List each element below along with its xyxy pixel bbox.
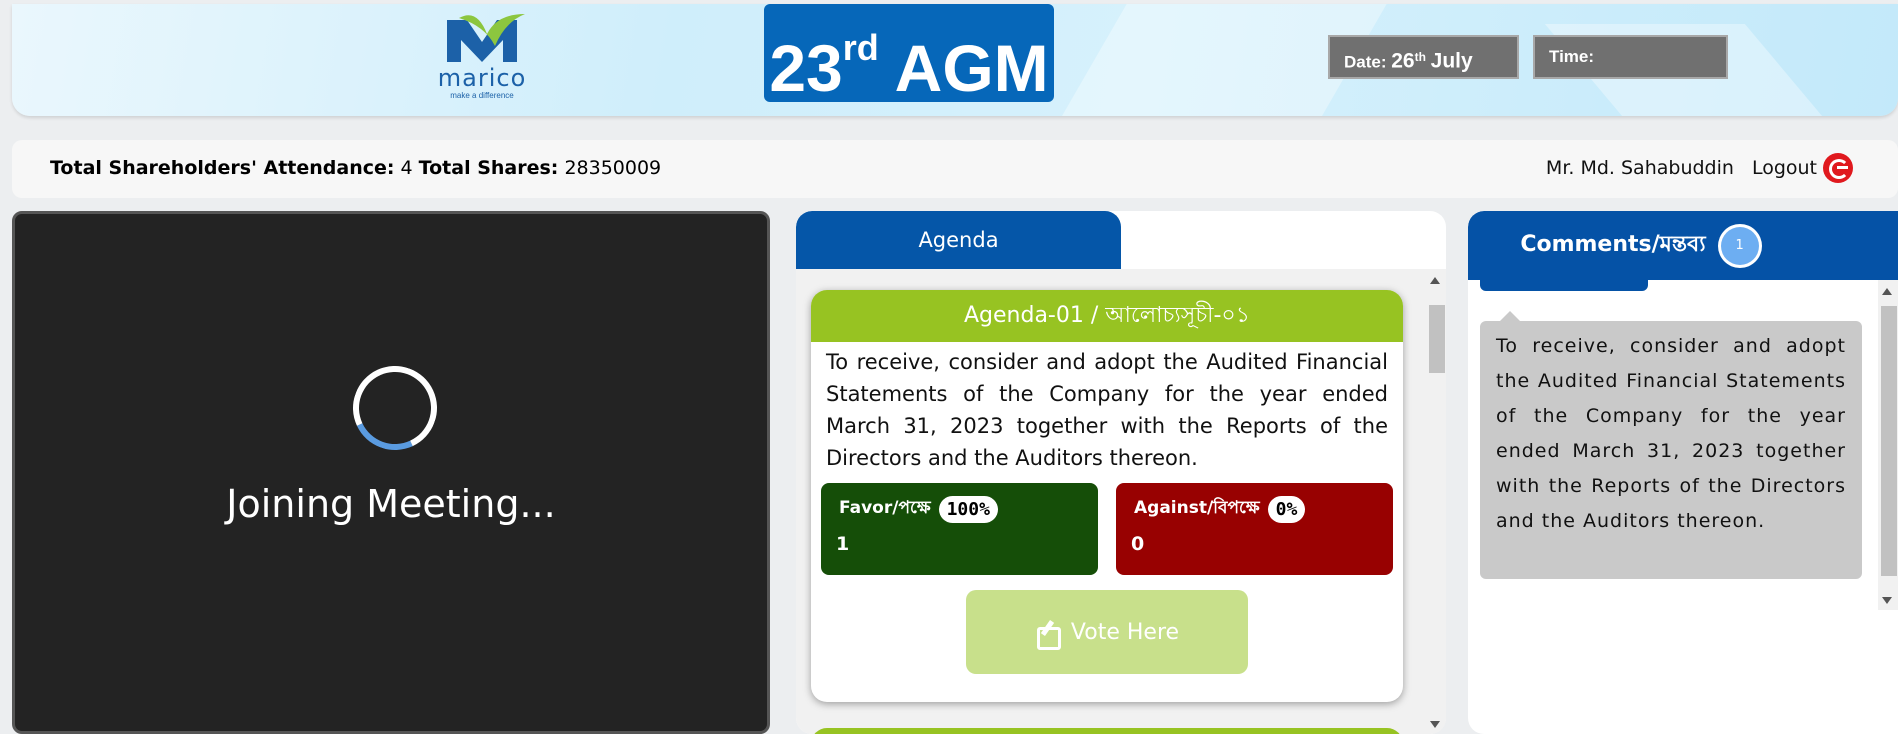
- meeting-status-text: Joining Meeting...: [226, 482, 556, 526]
- logout-link[interactable]: Logout: [1752, 157, 1817, 179]
- against-count: 0: [1131, 533, 1145, 555]
- agenda-panel: Agenda Agenda-01 / আলোচ্যসূচী-০১ To rece…: [796, 211, 1446, 734]
- comments-scrollbar[interactable]: [1878, 280, 1898, 610]
- tab-agenda[interactable]: Agenda: [796, 211, 1121, 269]
- comment-count: 1: [1735, 237, 1744, 253]
- date-month: July: [1430, 49, 1473, 73]
- attendance-value: 4: [400, 157, 413, 179]
- date-suffix: th: [1414, 50, 1426, 64]
- vote-button-label: Vote Here: [1070, 619, 1180, 645]
- comments-panel: Comments/মন্তব্য 1 To receive, consider …: [1468, 211, 1898, 734]
- meeting-stats: Total Shareholders' Attendance: 4 Total …: [50, 157, 661, 179]
- date-day: 26: [1391, 49, 1415, 73]
- vote-here-button[interactable]: Vote Here: [966, 590, 1248, 674]
- status-bar: Total Shareholders' Attendance: 4 Total …: [12, 140, 1898, 198]
- against-result: Against/বিপক্ষে 0% 0: [1116, 483, 1393, 575]
- time-label: Time:: [1549, 47, 1595, 66]
- logo-brand-text: marico: [437, 64, 527, 92]
- agm-number-suffix: rd: [842, 27, 879, 68]
- comment-tab-indicator: [1480, 280, 1648, 291]
- agenda-card: Agenda-01 / আলোচ্যসূচী-০১ To receive, co…: [811, 290, 1403, 702]
- against-percent: 0%: [1267, 495, 1306, 523]
- user-area: Mr. Md. Sahabuddin Logout: [1546, 153, 1853, 183]
- user-name: Mr. Md. Sahabuddin: [1545, 157, 1734, 179]
- scrollbar-thumb[interactable]: [1881, 306, 1897, 576]
- agenda-scrollbar[interactable]: [1426, 269, 1446, 734]
- attendance-label: Total Shareholders' Attendance:: [50, 157, 395, 179]
- comments-header[interactable]: Comments/মন্তব্য 1: [1468, 211, 1898, 280]
- loading-spinner-icon: [341, 354, 449, 462]
- marico-logo: marico make a difference: [417, 12, 567, 102]
- logo-tagline: make a difference: [450, 91, 514, 100]
- shares-value: 28350009: [564, 157, 662, 179]
- scrollbar-thumb[interactable]: [1429, 305, 1445, 373]
- video-panel: Joining Meeting...: [12, 211, 770, 734]
- agenda-list: Agenda-01 / আলোচ্যসূচী-০১ To receive, co…: [796, 269, 1446, 734]
- scroll-up-icon[interactable]: [1430, 277, 1440, 284]
- time-box: Time:: [1533, 35, 1728, 79]
- agenda-card-next: [811, 728, 1403, 734]
- shares-label: Total Shares:: [418, 157, 559, 179]
- comments-title: Comments/মন্তব্য: [1520, 232, 1706, 257]
- comment-bubble: To receive, consider and adopt the Audit…: [1480, 311, 1862, 579]
- favor-percent: 100%: [938, 495, 998, 523]
- logout-icon[interactable]: [1823, 153, 1853, 183]
- date-box: Date: 26th July: [1328, 35, 1519, 79]
- agm-title: 23rd AGM: [764, 4, 1054, 105]
- favor-count: 1: [836, 533, 850, 555]
- against-label: Against/বিপক্ষে: [1134, 498, 1260, 518]
- scroll-down-icon[interactable]: [1882, 597, 1892, 604]
- scroll-down-icon[interactable]: [1430, 721, 1440, 728]
- date-label: Date:: [1344, 52, 1387, 72]
- comment-count-badge: 1: [1717, 223, 1762, 268]
- agm-label: AGM: [894, 31, 1049, 105]
- header-banner: marico make a difference 23rd AGM Date: …: [12, 4, 1898, 116]
- agenda-title: Agenda-01 / আলোচ্যসূচী-০১: [811, 290, 1403, 342]
- agenda-description: To receive, consider and adopt the Audit…: [826, 350, 1388, 470]
- agm-number: 23: [769, 31, 843, 105]
- scroll-up-icon[interactable]: [1882, 288, 1892, 295]
- favor-result: Favor/পক্ষে 100% 1: [821, 483, 1098, 575]
- vote-icon: [1035, 619, 1061, 650]
- marico-m-icon: [447, 14, 525, 62]
- favor-label: Favor/পক্ষে: [839, 498, 931, 518]
